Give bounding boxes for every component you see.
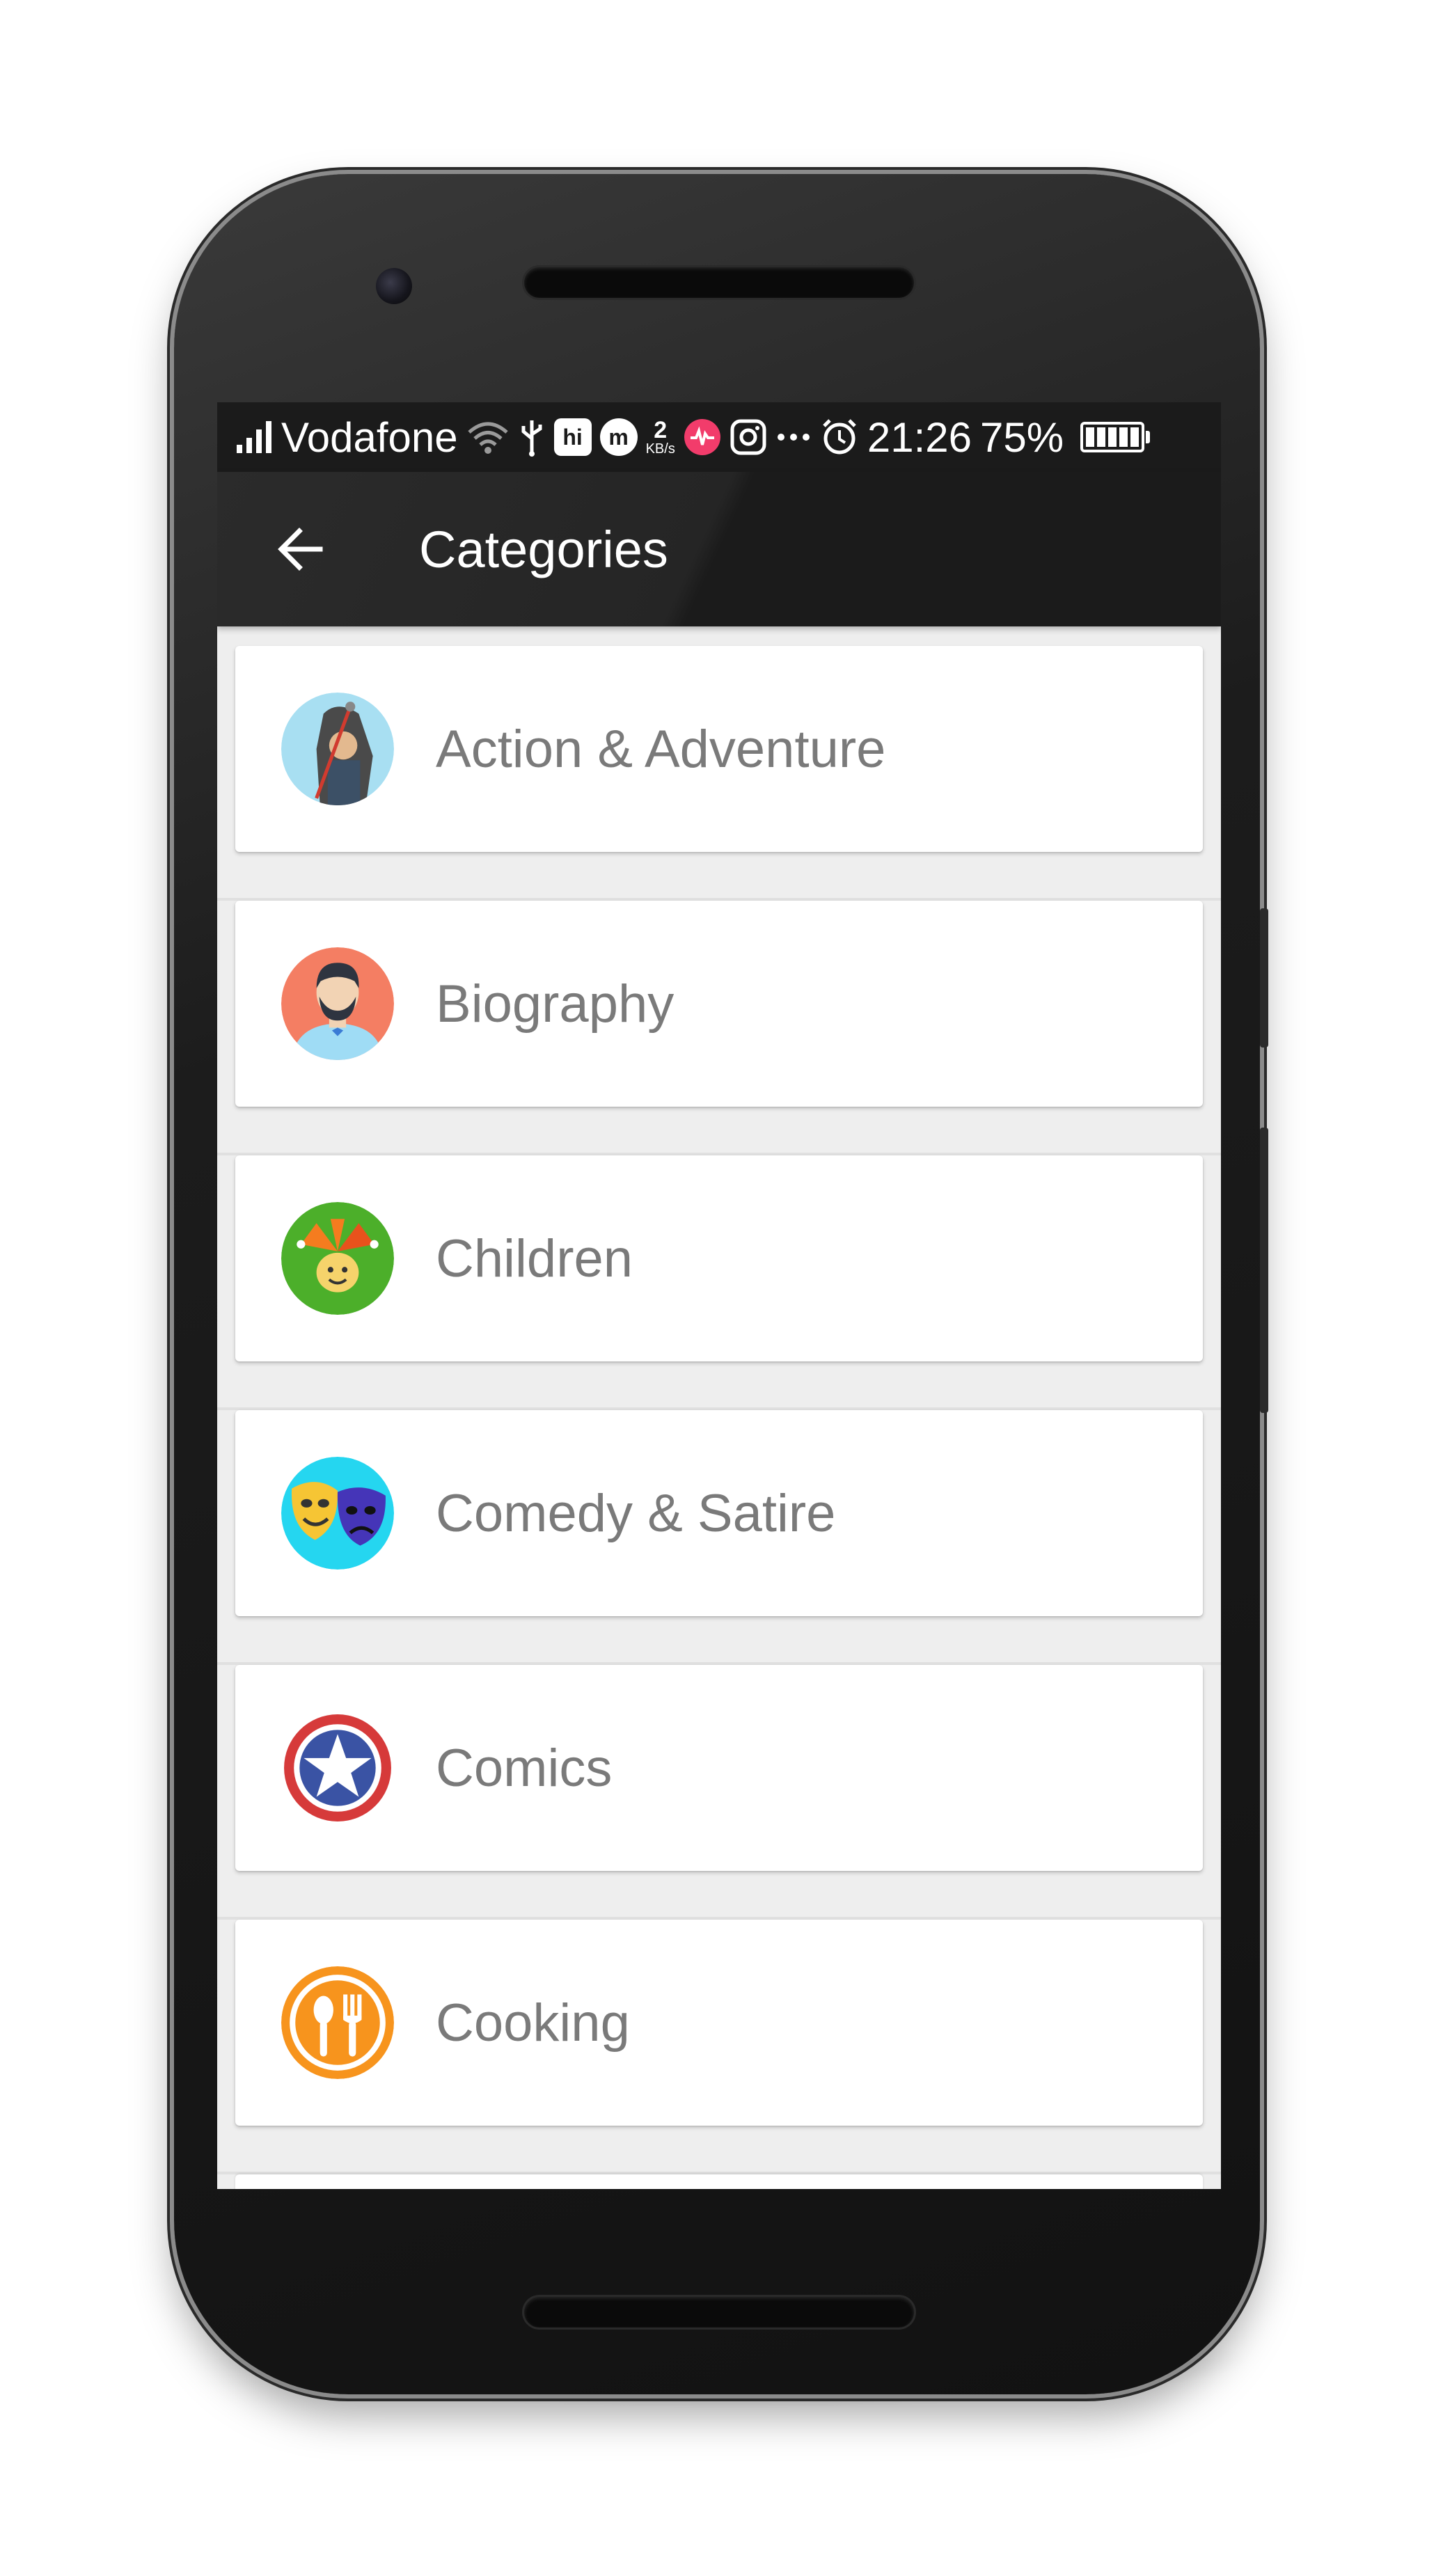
category-label: Action & Adventure bbox=[436, 719, 886, 779]
list-item-partial[interactable] bbox=[235, 2174, 1203, 2189]
front-camera bbox=[376, 268, 412, 304]
clock-time: 21:26 bbox=[867, 413, 972, 461]
hike-icon: hi bbox=[553, 418, 592, 456]
list-item: Cooking bbox=[217, 1920, 1221, 2174]
category-card-action-adventure[interactable]: Action & Adventure bbox=[235, 646, 1203, 852]
category-label: Comedy & Satire bbox=[436, 1483, 836, 1543]
back-button[interactable] bbox=[259, 507, 342, 591]
phone-screen: Vodafone hi m 2 KB/s 21:26 75% Categorie… bbox=[217, 402, 1221, 2189]
list-item: Children bbox=[217, 1155, 1221, 1410]
page-title: Categories bbox=[419, 520, 668, 578]
list-item: Action & Adventure bbox=[217, 646, 1221, 901]
battery-percent: 75% bbox=[980, 413, 1064, 461]
category-card-comics[interactable]: Comics bbox=[235, 1665, 1203, 1871]
list-item: Comedy & Satire bbox=[217, 1410, 1221, 1665]
category-label: Comics bbox=[436, 1738, 613, 1798]
carrier-name: Vodafone bbox=[281, 413, 458, 461]
list-item: Comics bbox=[217, 1665, 1221, 1920]
category-label: Cooking bbox=[436, 1993, 630, 2053]
music-app-icon bbox=[684, 418, 721, 456]
power-button bbox=[1260, 908, 1268, 1048]
category-list: Action & Adventure Biography Children Co… bbox=[217, 626, 1221, 2189]
children-icon bbox=[281, 1202, 394, 1315]
arrow-back-icon bbox=[278, 528, 323, 571]
alarm-icon bbox=[820, 418, 859, 457]
category-card-biography[interactable]: Biography bbox=[235, 901, 1203, 1107]
top-speaker bbox=[524, 267, 914, 298]
wifi-icon bbox=[466, 420, 510, 455]
category-label: Children bbox=[436, 1228, 633, 1288]
category-card-comedy-satire[interactable]: Comedy & Satire bbox=[235, 1410, 1203, 1616]
messenger-m-icon: m bbox=[599, 418, 638, 456]
status-bar: Vodafone hi m 2 KB/s 21:26 75% bbox=[217, 402, 1221, 472]
battery-icon bbox=[1080, 422, 1151, 452]
app-bar: Categories bbox=[217, 472, 1221, 626]
volume-button bbox=[1260, 1128, 1268, 1413]
usb-icon bbox=[518, 418, 546, 457]
more-notifications-icon bbox=[775, 430, 812, 444]
comedy-satire-icon bbox=[281, 1457, 394, 1570]
signal-icon bbox=[237, 421, 271, 453]
category-label: Biography bbox=[436, 974, 675, 1034]
category-card-cooking[interactable]: Cooking bbox=[235, 1920, 1203, 2126]
data-rate: 2 KB/s bbox=[645, 417, 675, 457]
instagram-icon bbox=[730, 418, 767, 456]
comics-icon bbox=[281, 1712, 394, 1824]
bottom-speaker bbox=[524, 2297, 914, 2328]
action-adventure-icon bbox=[281, 693, 394, 805]
list-item: Biography bbox=[217, 901, 1221, 1155]
category-card-children[interactable]: Children bbox=[235, 1155, 1203, 1361]
biography-icon bbox=[281, 947, 394, 1060]
cooking-icon bbox=[281, 1966, 394, 2079]
